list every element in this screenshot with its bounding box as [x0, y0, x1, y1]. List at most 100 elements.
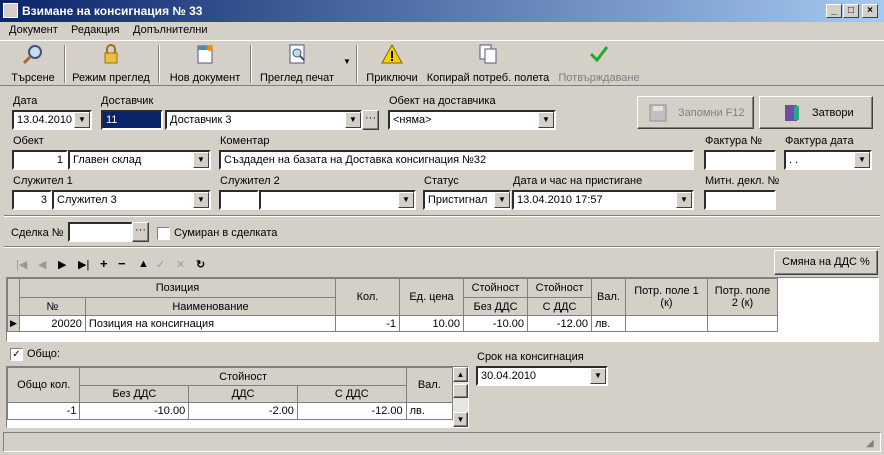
print-dropdown-arrow-icon[interactable]: ▼ [343, 57, 351, 66]
object-dropdown-icon[interactable]: ▼ [193, 152, 209, 168]
first-record-icon[interactable]: |◀ [16, 258, 27, 271]
scroll-down-icon[interactable]: ▼ [453, 412, 468, 427]
prior-record-icon[interactable]: ◀ [38, 258, 46, 271]
supplier-dropdown-icon[interactable]: ▼ [345, 112, 361, 128]
totals-scrollbar[interactable]: ▲ ▼ [453, 367, 468, 427]
col-qty[interactable]: Кол. [335, 278, 400, 316]
refresh-icon[interactable]: ↻ [196, 258, 205, 271]
save-button[interactable]: Запомни F12 [637, 96, 754, 129]
print-preview-icon [289, 44, 305, 64]
invoice-label: Фактура № [705, 135, 763, 147]
summed-checkbox[interactable] [157, 227, 170, 240]
menu-document[interactable]: Документ [9, 24, 58, 36]
totals-col-value: Стойност [79, 367, 407, 386]
supplier-label: Доставчик [101, 95, 154, 107]
date-label: Дата [13, 95, 38, 107]
new-document-button[interactable]: Нов документ [166, 43, 244, 85]
app-icon [3, 3, 18, 18]
cancel-record-icon[interactable]: ✕ [176, 258, 185, 271]
supplier-code-field[interactable]: 11 [101, 110, 163, 130]
totals-row: -1 -10.00 -2.00 -12.00 лв. [6, 402, 454, 420]
term-dropdown-icon[interactable]: ▼ [590, 368, 606, 384]
warning-icon [381, 43, 403, 64]
col-value1-sub[interactable]: Без ДДС [463, 297, 528, 316]
insert-record-icon[interactable]: + [100, 256, 108, 271]
status-bar [3, 432, 881, 452]
col-user2[interactable]: Потр. поле 2 (к) [707, 278, 778, 316]
close-button[interactable]: Затвори [759, 96, 873, 129]
finish-button[interactable]: Приключи [364, 43, 420, 85]
print-preview-button[interactable]: Преглед печат [256, 43, 338, 85]
deal-browse-button[interactable]: ··· [132, 222, 149, 242]
term-label: Срок на консигнация [477, 351, 584, 363]
summed-label: Сумиран в сделката [174, 227, 278, 239]
date-dropdown-icon[interactable]: ▼ [74, 112, 90, 128]
delete-record-icon[interactable]: − [118, 256, 126, 271]
object-name-field[interactable]: Главен склад [68, 150, 211, 170]
confirm-button[interactable]: Потвърждаване [556, 43, 642, 85]
supplier-object-dropdown-icon[interactable]: ▼ [538, 112, 554, 128]
menu-edit[interactable]: Редакция [71, 24, 119, 36]
search-button[interactable]: Търсене [6, 43, 60, 85]
totals-checkbox[interactable]: ✓ [10, 348, 23, 361]
resize-grip-icon[interactable]: ◢ [866, 438, 874, 449]
col-name[interactable]: Наименование [84, 297, 337, 316]
employee2-code-field[interactable] [219, 190, 259, 210]
totals-col-currency: Вал. [405, 367, 454, 403]
table-row[interactable]: ▶ 20020 Позиция на консигнация -1 10.00 … [7, 315, 778, 332]
supplier-name-field[interactable]: Доставчик 3 [165, 110, 362, 130]
col-value2[interactable]: Стойност [527, 278, 592, 298]
door-icon [785, 105, 799, 121]
employee1-name-field[interactable]: Служител 3 [52, 190, 211, 210]
col-price[interactable]: Ед. цена [399, 278, 464, 316]
employee2-name-field[interactable] [259, 190, 416, 210]
term-field[interactable]: 30.04.2010 [476, 366, 608, 386]
toolbar: Търсене Режим преглед Нов документ Прегл… [0, 40, 884, 86]
post-record-icon[interactable]: ✓ [156, 258, 165, 271]
deal-label: Сделка № [11, 227, 64, 239]
scroll-up-icon[interactable]: ▲ [453, 367, 468, 382]
window-title: Взимане на консигнация № 33 [22, 4, 203, 18]
change-vat-button[interactable]: Смяна на ДДС % [774, 250, 878, 275]
employee2-label: Служител 2 [220, 175, 280, 187]
col-currency[interactable]: Вал. [591, 278, 626, 316]
invoice-date-dropdown-icon[interactable]: ▼ [854, 152, 870, 168]
object-code-field[interactable]: 1 [12, 150, 68, 170]
comment-field[interactable]: Създаден на базата на Доставка консигнац… [219, 150, 694, 170]
scroll-thumb[interactable] [453, 384, 468, 398]
employee2-dropdown-icon[interactable]: ▼ [398, 192, 414, 208]
menu-additional[interactable]: Допълнителни [133, 24, 207, 36]
invoice-field[interactable] [704, 150, 776, 170]
employee1-code-field[interactable]: 3 [12, 190, 52, 210]
edit-record-icon[interactable]: ▲ [138, 258, 149, 270]
last-record-icon[interactable]: ▶| [78, 258, 89, 271]
arrival-dropdown-icon[interactable]: ▼ [676, 192, 692, 208]
menu-bar: Документ Редакция Допълнителни [0, 22, 884, 40]
supplier-object-field[interactable]: <няма> [388, 110, 556, 130]
col-value1[interactable]: Стойност [463, 278, 528, 298]
supplier-browse-button[interactable]: ··· [362, 110, 379, 130]
new-document-icon [197, 45, 213, 64]
invoice-date-label: Фактура дата [785, 135, 854, 147]
maximize-button[interactable]: □ [843, 4, 859, 18]
employee1-dropdown-icon[interactable]: ▼ [193, 192, 209, 208]
next-record-icon[interactable]: ▶ [58, 258, 66, 271]
deal-field[interactable] [68, 222, 133, 242]
copy-user-fields-button[interactable]: Копирай потреб. полета [424, 43, 552, 85]
customs-field[interactable] [704, 190, 776, 210]
checkmark-icon [589, 46, 609, 63]
col-value2-sub[interactable]: С ДДС [527, 297, 592, 316]
col-no[interactable]: № [18, 297, 86, 316]
col-user1[interactable]: Потр. поле 1 (к) [625, 278, 708, 316]
lock-icon [104, 44, 118, 64]
copy-icon [479, 44, 497, 64]
totals-grid: Общо кол. Стойност Вал. Без ДДС ДДС С ДД… [6, 366, 469, 428]
employee1-label: Служител 1 [13, 175, 73, 187]
status-dropdown-icon[interactable]: ▼ [494, 192, 510, 208]
col-position[interactable]: Позиция [18, 278, 337, 298]
minimize-button[interactable]: _ [826, 4, 842, 18]
close-window-button[interactable]: × [862, 4, 878, 18]
object-label: Обект [13, 135, 44, 147]
arrival-field[interactable]: 13.04.2010 17:57 [512, 190, 694, 210]
view-mode-button[interactable]: Режим преглед [70, 43, 152, 85]
